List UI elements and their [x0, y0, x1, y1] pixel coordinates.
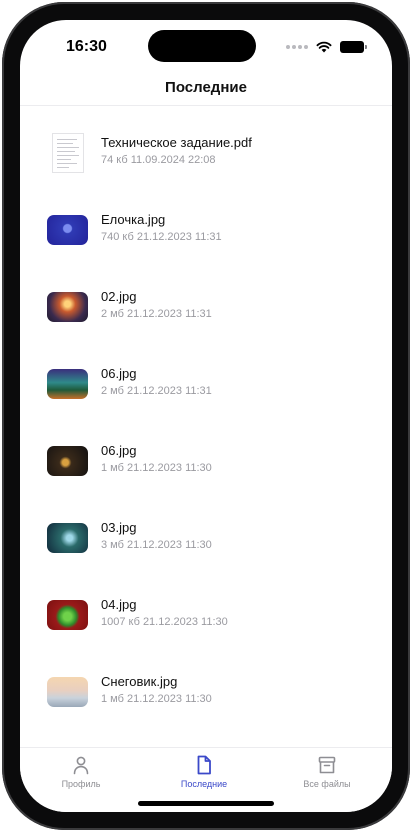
file-item-pdf[interactable]: Техническое задание.pdf 74 кб 11.09.2024…: [20, 124, 392, 184]
file-name: 06.jpg: [101, 443, 137, 458]
file-item-image[interactable]: 03.jpg 3 мб 21.12.2023 11:30: [20, 509, 392, 569]
image-thumbnail: [47, 446, 88, 476]
image-thumbnail: [47, 292, 88, 322]
file-meta: 1 мб 21.12.2023 11:30: [101, 693, 212, 705]
file-meta: 2 мб 21.12.2023 11:31: [101, 385, 212, 397]
tab-label: Все файлы: [303, 779, 351, 789]
file-item-partial[interactable]: [20, 740, 392, 747]
file-item-image[interactable]: Снеговик.jpg 1 мб 21.12.2023 11:30: [20, 663, 392, 723]
file-name: 06.jpg: [101, 366, 137, 381]
tab-label: Последние: [180, 779, 228, 789]
phone-frame: 16:30 Последние Техническое задание.pdf …: [2, 2, 410, 830]
file-meta: 740 кб 21.12.2023 11:31: [101, 231, 222, 243]
file-meta: 3 мб 21.12.2023 11:30: [101, 539, 212, 551]
file-name: 02.jpg: [101, 289, 137, 304]
file-meta: 2 мб 21.12.2023 11:31: [101, 308, 212, 320]
image-thumbnail: [47, 600, 88, 630]
navigation-bar: Последние: [20, 74, 392, 106]
file-item-image[interactable]: 06.jpg 2 мб 21.12.2023 11:31: [20, 355, 392, 415]
tab-label: Профиль: [61, 779, 101, 789]
tab-profile[interactable]: Профиль: [36, 754, 126, 789]
document-icon: [197, 755, 211, 775]
status-time: 16:30: [66, 38, 107, 55]
document-thumbnail: [52, 133, 84, 173]
file-name: 03.jpg: [101, 520, 137, 535]
app-screen: 16:30 Последние Техническое задание.pdf …: [20, 20, 392, 812]
file-name: 04.jpg: [101, 597, 137, 612]
file-name: Елочка.jpg: [101, 212, 166, 227]
status-bar: 16:30: [20, 20, 392, 74]
file-meta: 74 кб 11.09.2024 22:08: [101, 154, 216, 166]
battery-icon: [340, 41, 367, 53]
wifi-icon: [316, 41, 332, 53]
image-thumbnail: [47, 369, 88, 399]
recent-files-list[interactable]: Техническое задание.pdf 74 кб 11.09.2024…: [20, 107, 392, 747]
tab-recent[interactable]: Последние: [159, 754, 249, 789]
image-thumbnail: [47, 523, 88, 553]
file-name: Снеговик.jpg: [101, 674, 178, 689]
status-icons: [286, 41, 367, 53]
signal-dots-icon: [286, 45, 308, 49]
file-meta: 1 мб 21.12.2023 11:30: [101, 462, 212, 474]
file-meta: 1007 кб 21.12.2023 11:30: [101, 616, 228, 628]
image-thumbnail: [47, 677, 88, 707]
file-item-image[interactable]: 06.jpg 1 мб 21.12.2023 11:30: [20, 432, 392, 492]
image-thumbnail: [47, 215, 88, 245]
file-item-image[interactable]: 04.jpg 1007 кб 21.12.2023 11:30: [20, 586, 392, 646]
home-indicator: [138, 801, 274, 806]
dynamic-island: [148, 30, 256, 62]
file-name: Техническое задание.pdf: [101, 135, 252, 150]
file-item-image[interactable]: Елочка.jpg 740 кб 21.12.2023 11:31: [20, 201, 392, 261]
file-item-image[interactable]: 02.jpg 2 мб 21.12.2023 11:31: [20, 278, 392, 338]
person-icon: [73, 756, 89, 775]
tab-all-files[interactable]: Все файлы: [282, 754, 372, 789]
archive-icon: [318, 756, 336, 774]
page-title: Последние: [165, 79, 247, 96]
